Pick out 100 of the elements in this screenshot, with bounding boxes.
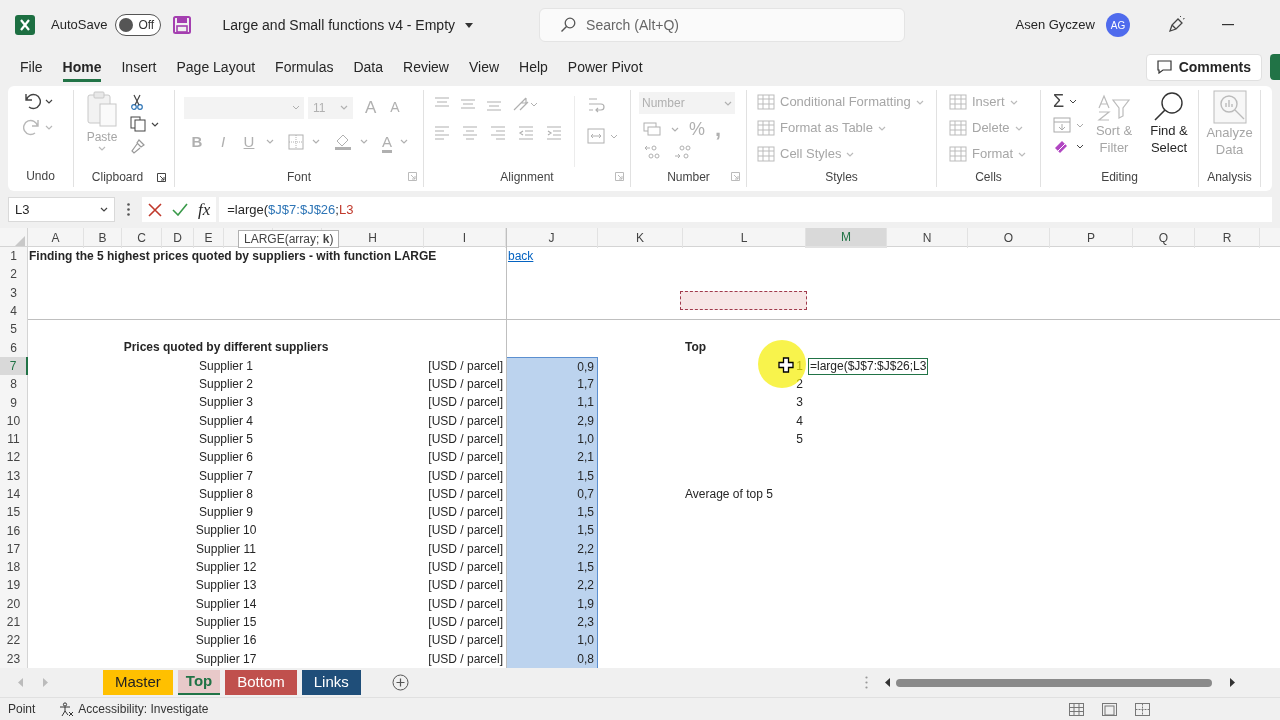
wrap-text-icon[interactable] — [587, 96, 605, 114]
fill-down-icon[interactable] — [1053, 117, 1071, 133]
formula-field[interactable]: =large($J$7:$J$26;L3 — [219, 197, 1272, 222]
row-header[interactable]: 15 — [0, 503, 28, 522]
increase-decimal-icon[interactable] — [643, 144, 663, 160]
table-cell[interactable]: 2,2 — [506, 576, 598, 595]
more-icon[interactable] — [127, 203, 130, 216]
caret-icon[interactable] — [465, 22, 474, 28]
pen-icon[interactable] — [1167, 16, 1185, 34]
column-header[interactable]: M — [806, 228, 887, 248]
sheet-tab[interactable]: Master — [103, 670, 173, 695]
ribbon-tab[interactable]: Page Layout — [176, 52, 256, 82]
avatar[interactable]: AG — [1106, 13, 1130, 37]
row-header[interactable]: 16 — [0, 521, 28, 540]
column-header[interactable]: E — [194, 228, 224, 248]
ribbon-tab[interactable]: Insert — [121, 52, 157, 82]
column-header[interactable]: R — [1195, 228, 1260, 248]
column-header[interactable]: C — [122, 228, 162, 248]
row-header[interactable]: 19 — [0, 576, 28, 595]
align-right-icon[interactable] — [490, 126, 506, 140]
caret-icon[interactable] — [151, 121, 159, 127]
ribbon-tab[interactable]: File — [20, 52, 43, 82]
font-name-field[interactable] — [184, 96, 304, 119]
page-break-icon[interactable] — [1135, 702, 1150, 716]
caret-icon[interactable] — [45, 98, 53, 104]
document-title[interactable]: Large and Small functions v4 - Empty — [222, 14, 474, 36]
search-box[interactable]: Search (Alt+Q) — [539, 8, 906, 42]
row-header[interactable]: 18 — [0, 558, 28, 577]
table-cell[interactable]: 1,5 — [506, 503, 598, 522]
save-icon[interactable] — [173, 16, 192, 34]
ribbon-tab[interactable]: Data — [353, 52, 384, 82]
ribbon-tab[interactable]: Home — [62, 52, 102, 82]
dialog-launcher-icon[interactable] — [157, 172, 167, 182]
add-icon[interactable] — [391, 674, 409, 691]
left-arrow-icon[interactable] — [884, 678, 891, 687]
close-icon[interactable] — [148, 202, 162, 217]
sheet-tab[interactable]: Top — [177, 670, 221, 695]
right-arrow-icon[interactable] — [1228, 678, 1235, 687]
column-header[interactable]: D — [162, 228, 194, 248]
insert-function-button[interactable]: fx — [198, 199, 211, 220]
row-header[interactable]: 1 — [0, 247, 28, 266]
comments-button[interactable]: Comments — [1145, 53, 1262, 81]
table-cell[interactable]: 1,1 — [506, 393, 598, 412]
copy-icon[interactable] — [130, 116, 146, 132]
find-select-button[interactable]: Find & Select — [1144, 90, 1194, 167]
ribbon-tab[interactable]: View — [468, 52, 500, 82]
column-header[interactable]: B — [84, 228, 122, 248]
table-cell[interactable]: 2,1 — [506, 448, 598, 467]
share-button[interactable] — [1270, 54, 1280, 80]
spreadsheet-logo-icon[interactable] — [15, 15, 35, 35]
table-cell[interactable]: 1,5 — [506, 558, 598, 577]
column-header[interactable]: Q — [1133, 228, 1195, 248]
ribbon-tab[interactable]: Review — [403, 52, 449, 82]
accessibility-icon[interactable] — [59, 701, 75, 717]
sheet-tab[interactable]: Links — [301, 670, 361, 695]
caret-icon[interactable] — [1076, 143, 1084, 149]
row-header[interactable]: 8 — [0, 375, 28, 394]
column-header[interactable]: O — [968, 228, 1050, 248]
ribbon-tab[interactable]: Formulas — [275, 52, 334, 82]
brush-icon[interactable] — [130, 138, 146, 154]
normal-view-icon[interactable] — [1069, 702, 1084, 716]
row-header[interactable]: 5 — [0, 320, 28, 339]
fill-color-icon[interactable] — [334, 133, 352, 151]
minimize-icon[interactable] — [1222, 24, 1234, 26]
decrease-indent-icon[interactable] — [518, 126, 534, 140]
column-header[interactable]: A — [28, 228, 84, 248]
currency-icon[interactable] — [643, 122, 661, 136]
autosum-button[interactable]: Σ — [1053, 91, 1065, 111]
row-header[interactable]: 22 — [0, 631, 28, 650]
page-layout-icon[interactable] — [1102, 702, 1117, 716]
caret-icon[interactable] — [1069, 98, 1078, 104]
search-field[interactable]: Search (Alt+Q) — [586, 9, 885, 41]
table-cell[interactable]: 1,0 — [506, 631, 598, 650]
column-header[interactable]: N — [887, 228, 968, 248]
caret-icon[interactable] — [100, 207, 108, 212]
column-header[interactable]: K — [598, 228, 683, 248]
sheet-tab[interactable]: Bottom — [225, 670, 297, 695]
increase-indent-icon[interactable] — [546, 126, 562, 140]
decrease-decimal-icon[interactable] — [673, 144, 693, 160]
orientation-icon[interactable] — [512, 96, 538, 112]
cell-editor[interactable]: =large($J$7:$J$26;L3 — [808, 357, 929, 375]
borders-icon[interactable] — [288, 133, 304, 150]
middle-align-icon[interactable] — [460, 97, 476, 111]
row-header[interactable]: 6 — [0, 338, 28, 357]
scissors-icon[interactable] — [130, 94, 144, 110]
accessibility-status[interactable]: Accessibility: Investigate — [78, 700, 209, 718]
checkmark-icon[interactable] — [172, 203, 188, 216]
back-link[interactable]: back — [506, 247, 598, 266]
name-box[interactable]: L3 — [8, 197, 115, 222]
table-cell[interactable]: 0,9 — [506, 356, 598, 376]
table-cell[interactable]: 1,5 — [506, 521, 598, 540]
undo-icon[interactable] — [23, 92, 41, 110]
autosave-toggle[interactable]: Off — [115, 14, 162, 36]
ribbon-tab[interactable]: Power Pivot — [567, 52, 643, 82]
column-header[interactable]: P — [1050, 228, 1133, 248]
merge-cells-icon[interactable] — [587, 128, 605, 144]
chevron-icon[interactable] — [292, 105, 300, 111]
row-header[interactable]: 9 — [0, 393, 28, 412]
row-header[interactable]: 2 — [0, 265, 28, 284]
ribbon-tab[interactable]: Help — [519, 52, 548, 82]
